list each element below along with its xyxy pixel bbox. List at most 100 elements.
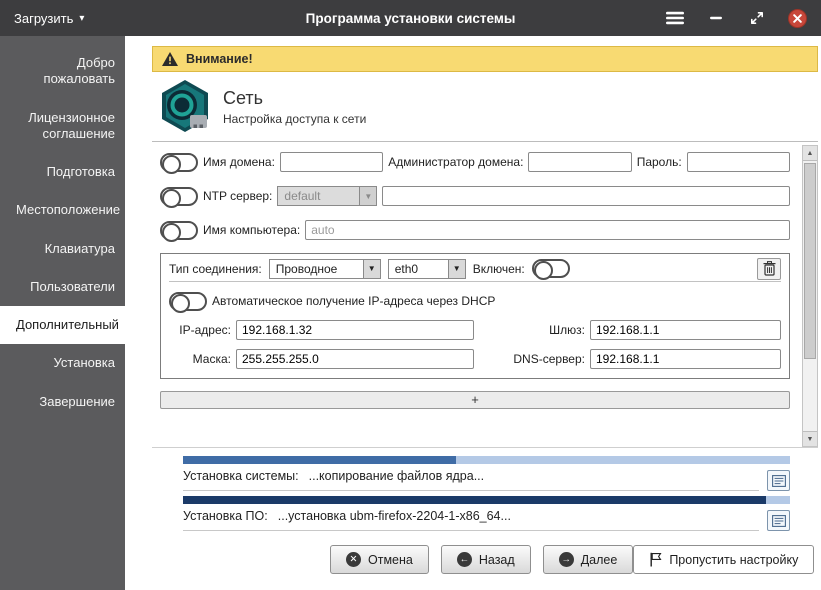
system-progress-fill: [183, 456, 456, 464]
interface-value: eth0: [389, 260, 448, 278]
dropdown-arrow-icon: ▼: [363, 260, 380, 278]
window-controls: [665, 8, 821, 28]
bottom-panel: Установка системы: ...копирование файлов…: [152, 447, 818, 590]
dhcp-row: Автоматическое получение IP-адреса через…: [169, 290, 781, 312]
software-progress-row: Установка ПО: ...установка ubm-firefox-2…: [183, 509, 790, 531]
ntp-select[interactable]: default ▼: [277, 186, 377, 206]
sidebar-item-welcome[interactable]: Добро пожаловать: [0, 44, 125, 99]
cancel-button[interactable]: ✕ Отмена: [330, 545, 429, 574]
connection-type-label: Тип соединения:: [169, 262, 262, 276]
cancel-icon: ✕: [346, 552, 361, 567]
skip-label: Пропустить настройку: [669, 553, 798, 567]
sidebar-item-location[interactable]: Местоположение: [0, 191, 125, 229]
sidebar-item-finish[interactable]: Завершение: [0, 383, 125, 421]
add-connection-button[interactable]: +: [160, 391, 790, 409]
interface-select[interactable]: eth0 ▼: [388, 259, 466, 279]
ntp-toggle[interactable]: [160, 187, 198, 206]
sidebar-steps: Добро пожаловать Лицензионное соглашение…: [0, 36, 125, 590]
mask-input[interactable]: [236, 349, 474, 369]
system-progress-label: Установка системы:: [183, 469, 299, 483]
ntp-label: NTP сервер:: [203, 189, 272, 203]
connection-enabled-label: Включен:: [473, 262, 525, 276]
load-menu-label: Загрузить: [14, 11, 73, 26]
sidebar-item-license[interactable]: Лицензионное соглашение: [0, 99, 125, 154]
trash-icon: [763, 261, 776, 276]
page-title: Сеть: [223, 88, 366, 109]
domain-admin-input[interactable]: [528, 152, 631, 172]
dns-input[interactable]: [590, 349, 781, 369]
hostname-label: Имя компьютера:: [203, 223, 300, 237]
software-progress-status: ...установка ubm-firefox-2204-1-x86_64..…: [278, 509, 511, 523]
dns-label: DNS-сервер:: [507, 352, 585, 366]
domain-row: Имя домена: Администратор домена: Пароль…: [160, 151, 790, 173]
dropdown-arrow-icon: ▼: [359, 187, 376, 205]
next-button[interactable]: → Далее: [543, 545, 634, 574]
close-button[interactable]: [788, 9, 807, 28]
form-scrollbar[interactable]: ▲ ▼: [802, 145, 818, 447]
ntp-select-value: default: [278, 187, 359, 205]
sidebar-item-users[interactable]: Пользователи: [0, 268, 125, 306]
domain-name-label: Имя домена:: [203, 155, 275, 169]
dropdown-arrow-icon: ▼: [448, 260, 465, 278]
ip-input[interactable]: [236, 320, 474, 340]
scroll-down-button[interactable]: ▼: [803, 431, 817, 446]
action-buttons: ✕ Отмена ← Назад → Далее Пропустить наст…: [183, 545, 812, 574]
mask-label: Маска:: [169, 352, 231, 366]
back-arrow-icon: ←: [457, 552, 472, 567]
log-icon: [772, 475, 786, 487]
close-icon: [793, 14, 802, 23]
caret-down-icon: ▾: [79, 13, 84, 24]
hostname-toggle[interactable]: [160, 221, 198, 240]
scroll-up-button[interactable]: ▲: [803, 146, 817, 161]
system-log-button[interactable]: [767, 470, 790, 491]
system-progress-row: Установка системы: ...копирование файлов…: [183, 469, 790, 491]
dhcp-label: Автоматическое получение IP-адреса через…: [212, 294, 495, 308]
minimize-button[interactable]: [706, 8, 726, 28]
sidebar-item-installation[interactable]: Установка: [0, 344, 125, 382]
delete-connection-button[interactable]: [757, 258, 781, 280]
hostname-input[interactable]: [305, 220, 790, 240]
connection-type-value: Проводное: [270, 260, 363, 278]
domain-password-label: Пароль:: [637, 155, 682, 169]
dhcp-toggle[interactable]: [169, 292, 207, 311]
window-title: Программа установки системы: [306, 11, 516, 26]
warning-label: Внимание!: [186, 52, 253, 66]
connection-enabled-toggle[interactable]: [532, 259, 570, 278]
next-label: Далее: [581, 553, 618, 567]
system-progress-status: ...копирование файлов ядра...: [309, 469, 485, 483]
sidebar-item-preparation[interactable]: Подготовка: [0, 153, 125, 191]
domain-toggle[interactable]: [160, 153, 198, 172]
gateway-input[interactable]: [590, 320, 781, 340]
expand-icon: [750, 11, 764, 25]
software-progress-label: Установка ПО:: [183, 509, 268, 523]
hostname-row: Имя компьютера:: [160, 219, 790, 241]
minimize-icon: [709, 11, 723, 25]
ntp-server-input[interactable]: [382, 186, 790, 206]
flag-icon: [649, 552, 662, 567]
ip-label: IP-адрес:: [169, 323, 231, 337]
warning-banner: Внимание!: [152, 46, 818, 72]
ip-row: IP-адрес: Шлюз:: [169, 319, 781, 341]
domain-name-input[interactable]: [280, 152, 383, 172]
domain-password-input[interactable]: [687, 152, 790, 172]
connection-type-select[interactable]: Проводное ▼: [269, 259, 381, 279]
menu-button[interactable]: [665, 8, 685, 28]
system-progressbar: [183, 456, 790, 464]
skip-button[interactable]: Пропустить настройку: [633, 545, 814, 574]
scroll-down-icon: ▼: [807, 436, 814, 443]
back-button[interactable]: ← Назад: [441, 545, 531, 574]
log-icon: [772, 515, 786, 527]
load-menu-button[interactable]: Загрузить ▾: [0, 0, 98, 36]
cancel-label: Отмена: [368, 553, 413, 567]
connection-type-row: Тип соединения: Проводное ▼ eth0 ▼ Включ…: [169, 260, 781, 282]
sidebar-item-additional[interactable]: Дополнительный: [0, 306, 125, 344]
software-log-button[interactable]: [767, 510, 790, 531]
gateway-label: Шлюз:: [507, 323, 585, 337]
page-subtitle: Настройка доступа к сети: [223, 112, 366, 126]
domain-admin-label: Администратор домена:: [388, 155, 523, 169]
main-content: Внимание! Сеть Настройка доступа к сети: [125, 36, 821, 590]
ntp-row: NTP сервер: default ▼: [160, 185, 790, 207]
sidebar-item-keyboard[interactable]: Клавиатура: [0, 230, 125, 268]
maximize-button[interactable]: [747, 8, 767, 28]
scrollbar-thumb[interactable]: [804, 163, 816, 359]
